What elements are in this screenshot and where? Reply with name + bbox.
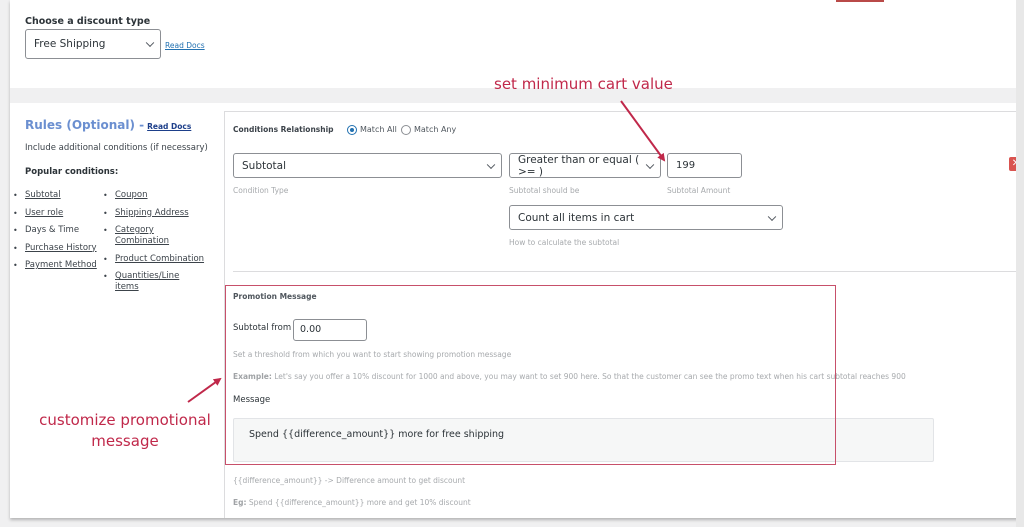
page-edge	[1016, 0, 1024, 527]
popular-conditions-col1: Subtotal User role Days & Time Purchase …	[13, 190, 115, 278]
calculation-select[interactable]: Count all items in cart	[509, 205, 783, 230]
condition-subtotal[interactable]: Subtotal	[13, 190, 115, 201]
condition-category-combination[interactable]: Category Combination	[103, 225, 205, 247]
match-any-radio[interactable]	[401, 125, 411, 135]
condition-type-value: Subtotal	[242, 159, 286, 172]
section-divider	[233, 271, 1021, 272]
chevron-down-icon	[486, 160, 496, 169]
condition-type-hint: Condition Type	[233, 186, 289, 195]
eg-text: Spend {{difference_amount}} more and get…	[246, 498, 471, 507]
condition-quantities-line-items[interactable]: Quantities/Line items	[103, 271, 205, 293]
discount-type-label: Choose a discount type	[25, 16, 151, 27]
annotation-promo-line1: customize promotional	[39, 411, 211, 429]
annotation-promo-line2: message	[91, 432, 159, 450]
condition-days-time: Days & Time	[13, 225, 115, 236]
amount-hint: Subtotal Amount	[667, 186, 731, 195]
discount-type-value: Free Shipping	[34, 38, 106, 50]
operator-hint: Subtotal should be	[509, 186, 580, 195]
operator-value: Greater than or equal ( >= )	[518, 153, 640, 178]
promotion-highlight-box	[225, 285, 836, 465]
match-any-label[interactable]: Match Any	[414, 125, 456, 134]
placeholder-hint: {{difference_amount}} -> Difference amou…	[233, 476, 466, 485]
condition-coupon[interactable]: Coupon	[103, 190, 205, 201]
operator-select[interactable]: Greater than or equal ( >= )	[509, 153, 661, 178]
condition-user-role[interactable]: User role	[13, 208, 115, 219]
annotation-min-cart: set minimum cart value	[494, 75, 673, 93]
top-accent-bar	[836, 0, 884, 2]
chevron-down-icon	[767, 212, 777, 221]
rules-sidebar: Rules (Optional) - Read Docs Include addi…	[10, 103, 224, 518]
calculation-hint: How to calculate the subtotal	[509, 238, 620, 247]
eg-hint: Eg: Spend {{difference_amount}} more and…	[233, 498, 471, 507]
rules-description: Include additional conditions (if necess…	[25, 143, 208, 153]
condition-product-combination[interactable]: Product Combination	[103, 254, 205, 265]
condition-shipping-address[interactable]: Shipping Address	[103, 208, 205, 219]
eg-label: Eg:	[233, 498, 247, 507]
rules-read-docs-link[interactable]: Read Docs	[147, 122, 191, 131]
conditions-relationship-label: Conditions Relationship	[233, 125, 334, 134]
calculation-value: Count all items in cart	[518, 211, 635, 224]
rules-title-text: Rules (Optional) -	[25, 118, 145, 132]
annotation-promo-message: customize promotional message	[30, 410, 220, 452]
subtotal-amount-input[interactable]: 199	[667, 153, 742, 178]
condition-purchase-history[interactable]: Purchase History	[13, 243, 115, 254]
match-all-radio[interactable]	[347, 125, 357, 135]
popular-conditions-label: Popular conditions:	[25, 167, 119, 177]
discount-type-select[interactable]: Free Shipping	[25, 29, 161, 59]
rules-title: Rules (Optional) - Read Docs	[25, 118, 191, 132]
chevron-down-icon	[145, 38, 155, 48]
match-all-label[interactable]: Match All	[360, 125, 397, 134]
condition-payment-method[interactable]: Payment Method	[13, 260, 115, 271]
discount-read-docs-link[interactable]: Read Docs	[165, 41, 205, 50]
condition-type-select[interactable]: Subtotal	[233, 153, 502, 178]
popular-conditions-col2: Coupon Shipping Address Category Combina…	[103, 190, 205, 300]
